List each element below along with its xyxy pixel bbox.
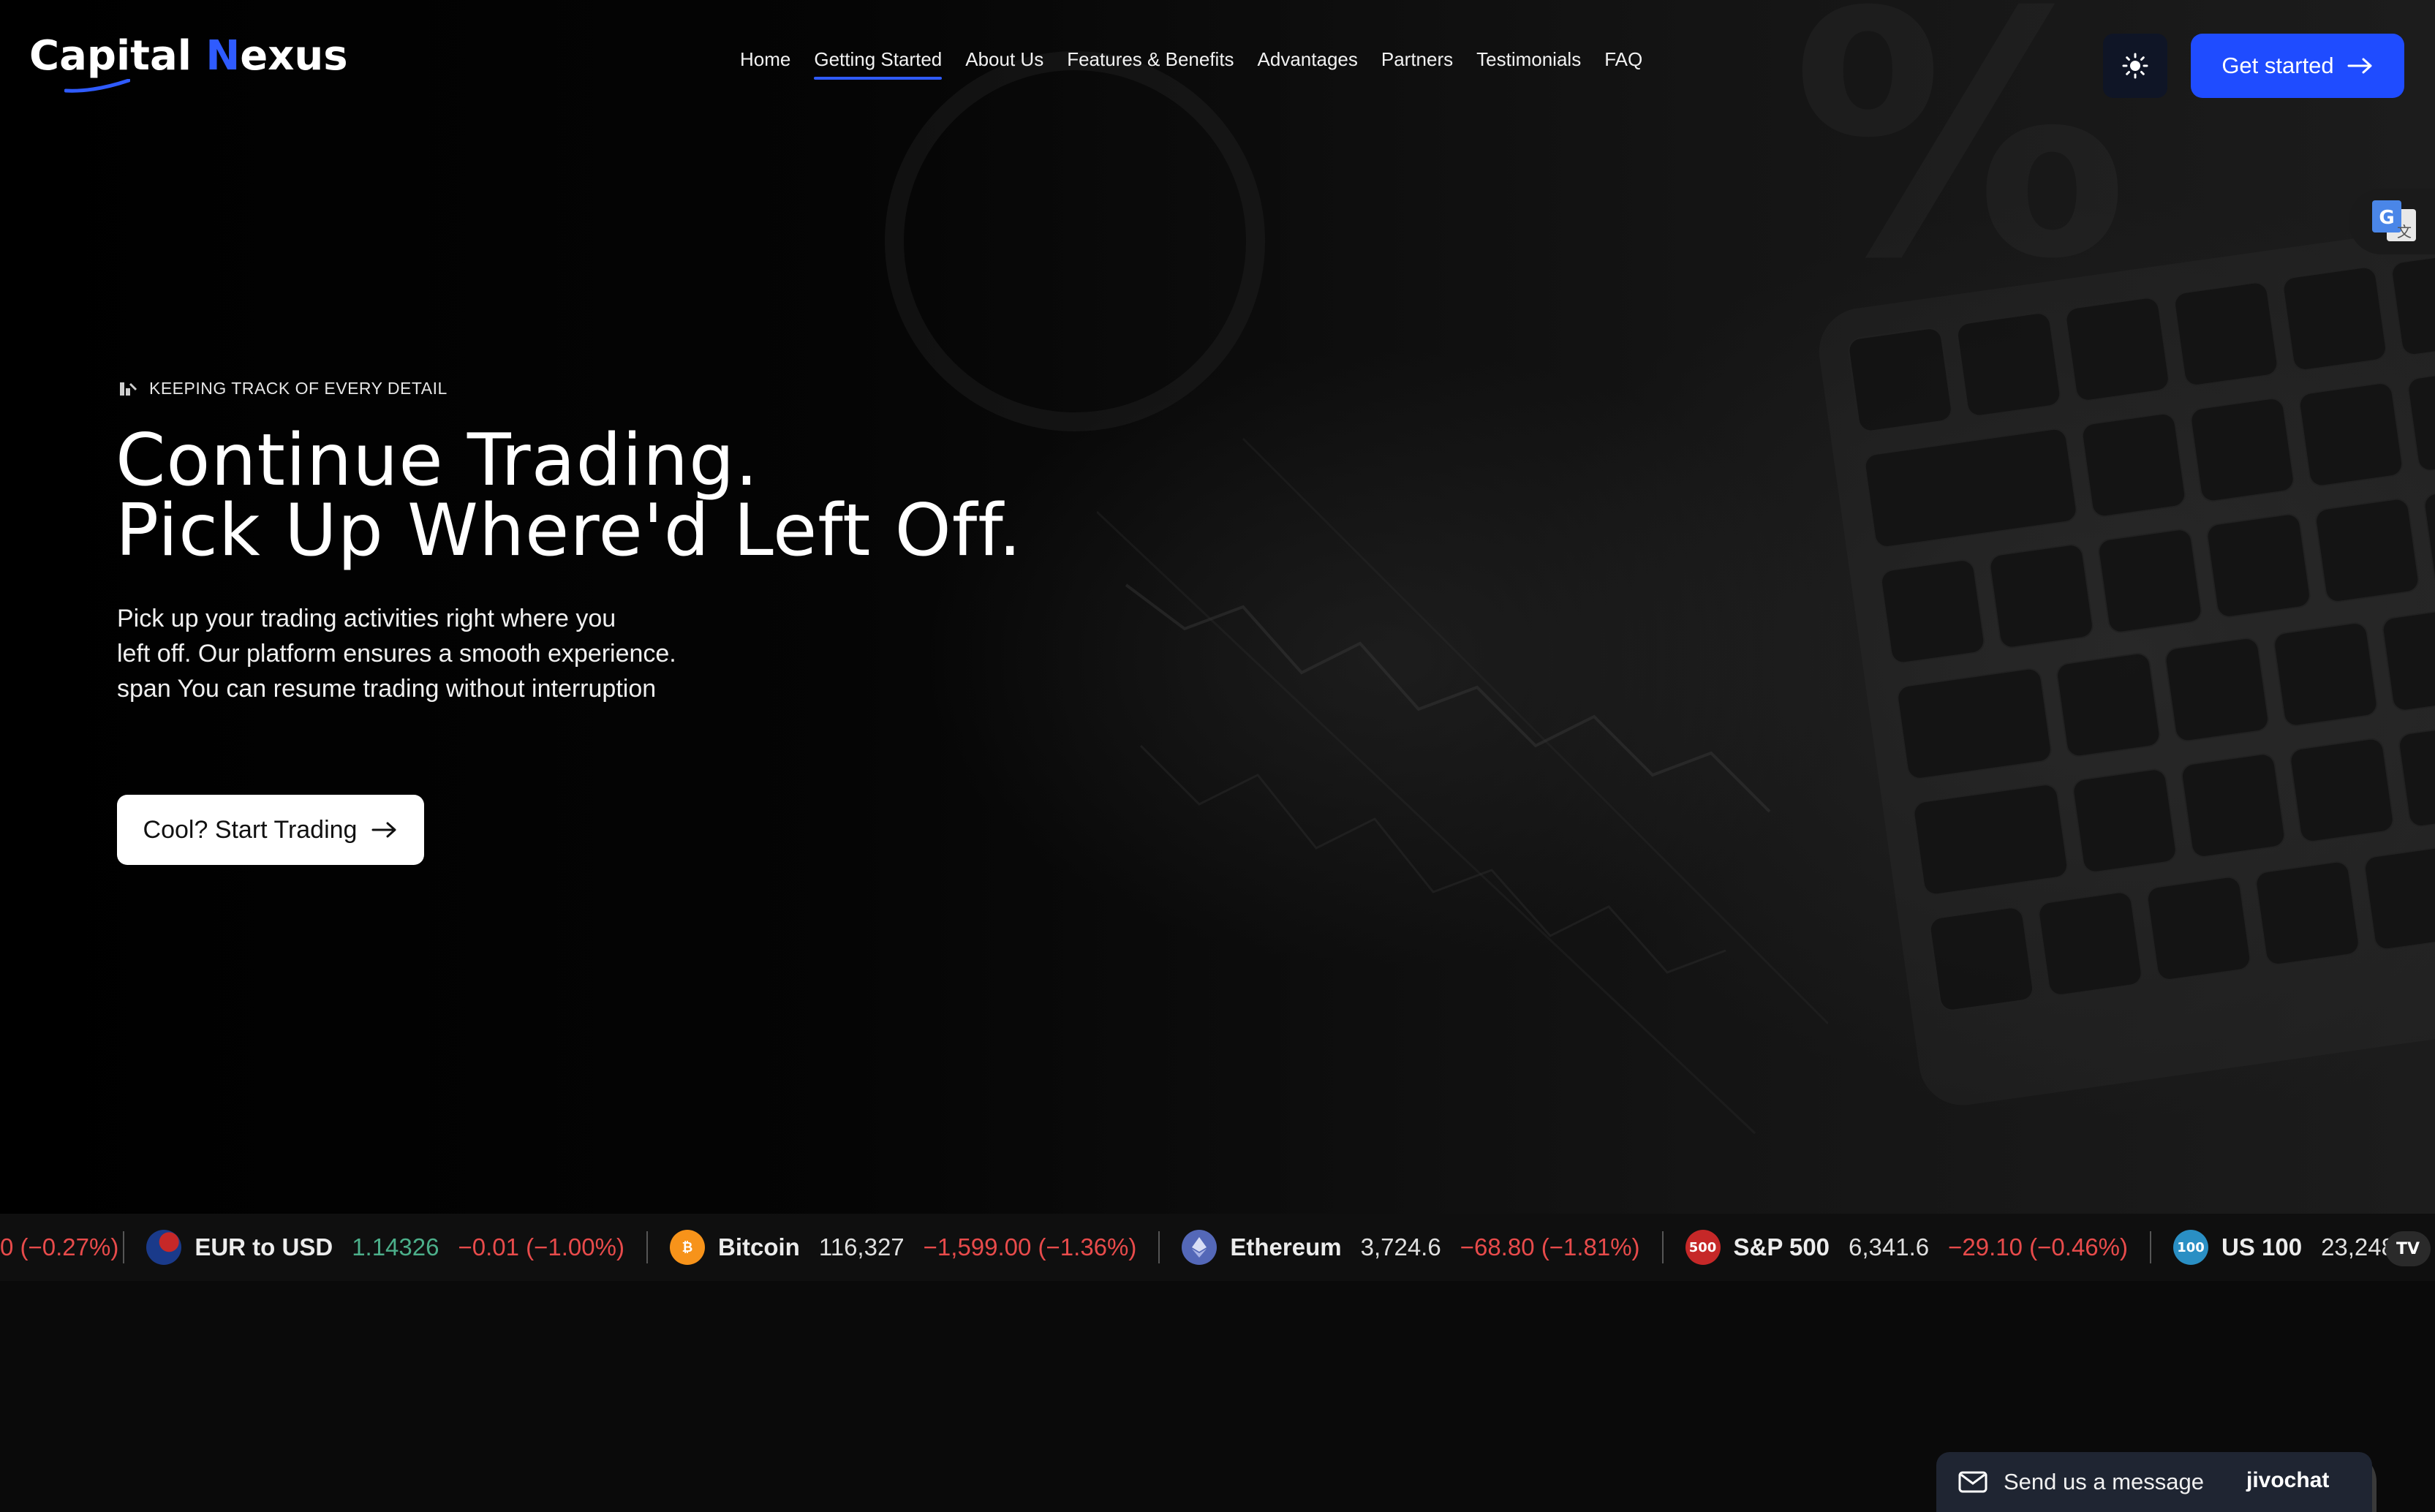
hero-description: Pick up your trading activities right wh… — [117, 601, 775, 706]
theme-toggle-button[interactable] — [2103, 34, 2167, 98]
sun-icon — [2122, 53, 2148, 79]
eur-usd-flag-icon — [146, 1230, 182, 1265]
ticker-name: Ethereum — [1230, 1233, 1342, 1260]
nav-getting-started[interactable]: Getting Started — [814, 48, 942, 80]
ethereum-icon — [1182, 1230, 1218, 1265]
nav-advantages[interactable]: Advantages — [1258, 48, 1358, 80]
hero-desc-line2: left off. Our platform ensures a smooth … — [117, 640, 676, 668]
nav-features-benefits[interactable]: Features & Benefits — [1067, 48, 1234, 80]
ticker-price: 1.14326 — [352, 1233, 439, 1260]
start-trading-label: Cool? Start Trading — [143, 815, 358, 844]
ticker-separator — [2149, 1231, 2151, 1263]
hero-eyebrow: KEEPING TRACK OF EVERY DETAIL — [118, 379, 448, 398]
ticker-name: US 100 — [2221, 1233, 2303, 1260]
chart-icon — [120, 382, 137, 396]
ticker-change: −1,599.00 (−1.36%) — [923, 1233, 1137, 1260]
ticker-price: 3,724.6 — [1360, 1233, 1441, 1260]
arrow-right-icon — [2347, 58, 2372, 74]
ticker-change: 0 (−0.27%) — [0, 1233, 119, 1260]
nav-home[interactable]: Home — [740, 48, 790, 80]
logo-swoosh-icon — [64, 79, 130, 93]
hero-desc-line3: span You can resume trading without inte… — [117, 675, 657, 703]
site-header: Capital Nexus Home Getting Started About… — [0, 0, 2435, 124]
nav-partners[interactable]: Partners — [1381, 48, 1453, 80]
hero-eyebrow-text: KEEPING TRACK OF EVERY DETAIL — [149, 379, 448, 398]
google-translate-icon: G 文 — [2372, 200, 2416, 241]
ticker-separator — [1158, 1231, 1160, 1263]
brand-name-part2: exus — [240, 32, 348, 80]
start-trading-button[interactable]: Cool? Start Trading — [117, 795, 424, 865]
ticker-item-bitcoin[interactable]: ₿ Bitcoin 116,327 −1,599.00 (−1.36%) — [669, 1214, 1137, 1281]
hero-desc-line1: Pick up your trading activities right wh… — [117, 605, 616, 632]
ticker-price: 6,341.6 — [1849, 1233, 1930, 1260]
chat-widget[interactable]: Send us a message jivochat — [1936, 1452, 2372, 1512]
ticker-separator — [123, 1231, 125, 1263]
ticker-item-sp500[interactable]: 500 S&P 500 6,341.6 −29.10 (−0.46%) — [1685, 1214, 2128, 1281]
background-chart-decoration — [1097, 437, 1828, 1135]
chat-brand: jivochat — [2246, 1468, 2330, 1492]
nav-faq[interactable]: FAQ — [1604, 48, 1642, 80]
nav-testimonials[interactable]: Testimonials — [1476, 48, 1581, 80]
price-ticker[interactable]: 0 (−0.27%) EUR to USD 1.14326 −0.01 (−1.… — [0, 1214, 2435, 1281]
ticker-change: −0.01 (−1.00%) — [458, 1233, 624, 1260]
ticker-item-partial[interactable]: 0 (−0.27%) — [0, 1214, 118, 1281]
svg-text:文: 文 — [2397, 223, 2412, 241]
ticker-price: 116,327 — [818, 1233, 905, 1260]
brand-name-accent: N — [205, 32, 241, 80]
svg-text:G: G — [2379, 207, 2394, 229]
ticker-change: −29.10 (−0.46%) — [1948, 1233, 2128, 1260]
get-started-label: Get started — [2221, 53, 2334, 78]
nav-about-us[interactable]: About Us — [965, 48, 1043, 80]
ticker-change: −68.80 (−1.81%) — [1460, 1233, 1640, 1260]
get-started-button[interactable]: Get started — [2191, 34, 2404, 98]
ticker-name: EUR to USD — [195, 1233, 333, 1260]
mail-icon — [1958, 1471, 1987, 1493]
ticker-name: S&P 500 — [1733, 1233, 1830, 1260]
ticker-name: Bitcoin — [717, 1233, 800, 1260]
hero-title-line2: Pick Up Where'd Left Off. — [116, 489, 1022, 572]
ticker-item-ethereum[interactable]: Ethereum 3,724.6 −68.80 (−1.81%) — [1182, 1214, 1640, 1281]
translate-widget[interactable]: G 文 — [2349, 189, 2435, 254]
main-nav: Home Getting Started About Us Features &… — [740, 48, 1666, 80]
keyboard-decoration — [1813, 212, 2435, 1111]
bitcoin-icon: ₿ — [669, 1230, 705, 1265]
tradingview-icon[interactable]: TV — [2385, 1231, 2431, 1266]
ticker-separator — [646, 1231, 648, 1263]
arrow-right-icon — [371, 822, 396, 838]
chat-label: Send us a message — [2004, 1469, 2205, 1494]
brand-logo[interactable]: Capital Nexus — [29, 32, 348, 80]
ticker-separator — [1661, 1231, 1664, 1263]
hero-title: Continue Trading. Pick Up Where'd Left O… — [116, 425, 1022, 567]
ticker-item-eurusd[interactable]: EUR to USD 1.14326 −0.01 (−1.00%) — [146, 1214, 624, 1281]
brand-name-part1: Capital — [29, 32, 206, 80]
us100-icon: 100 — [2172, 1230, 2208, 1265]
sp500-icon: 500 — [1685, 1230, 1721, 1265]
